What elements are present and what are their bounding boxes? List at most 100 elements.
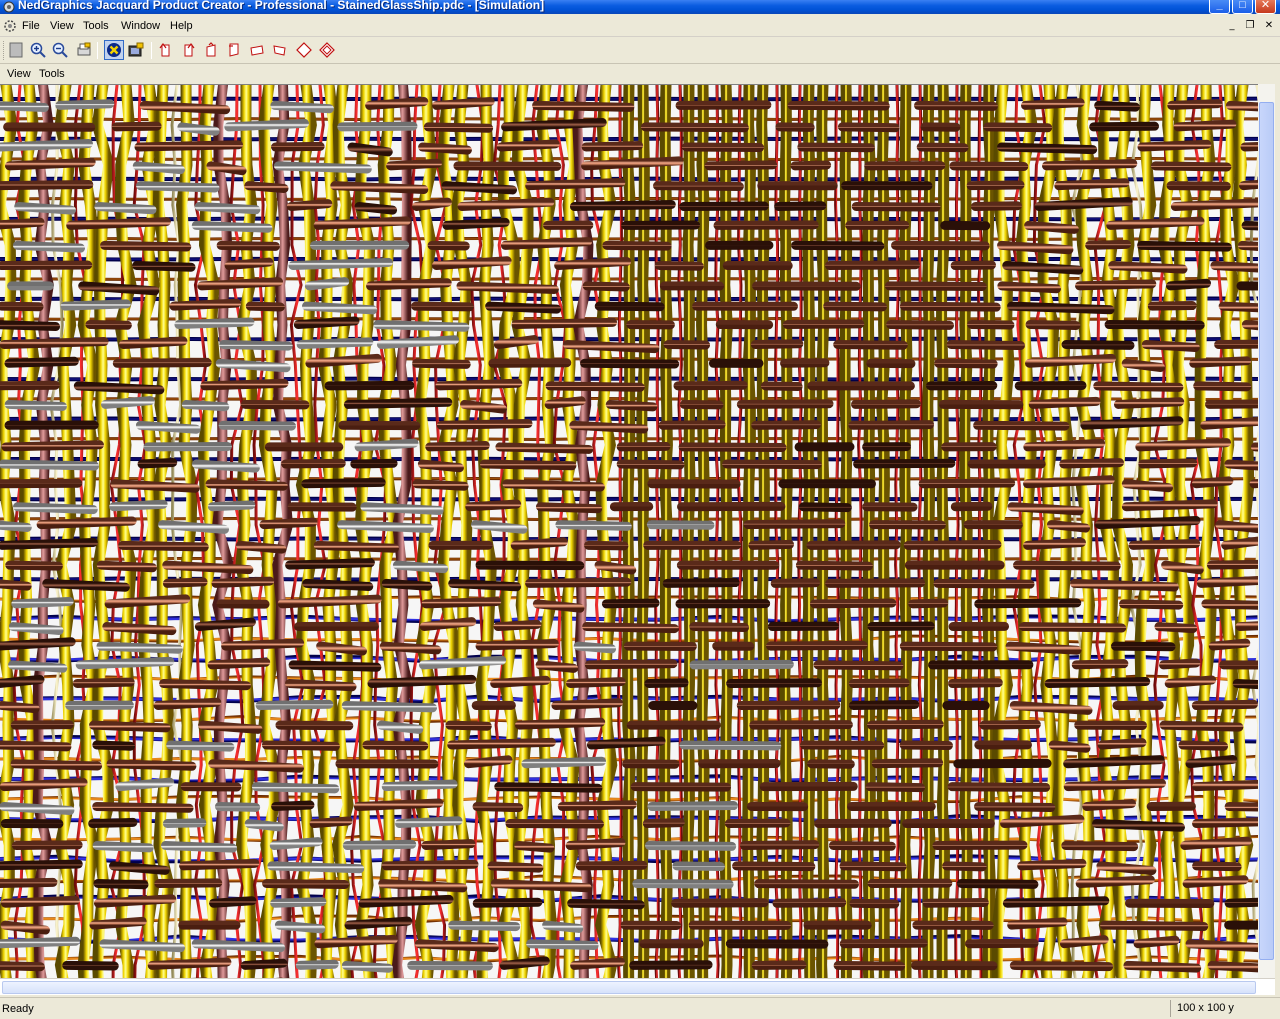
- brown-weft-float: [88, 817, 138, 829]
- salmon-weft-float: [1173, 119, 1237, 132]
- bend-right-button[interactable]: [270, 40, 290, 60]
- woven-fabric-render: [0, 85, 1258, 978]
- salmon-weft-float: [378, 879, 468, 893]
- salmon-weft-float: [493, 619, 542, 632]
- window-title: NedGraphics Jacquard Product Creator - P…: [18, 0, 545, 12]
- salmon-weft-float: [722, 459, 822, 470]
- submenu-tools[interactable]: Tools: [39, 68, 65, 81]
- simulation-mode-button[interactable]: [104, 40, 124, 60]
- submenu-view[interactable]: View: [7, 68, 31, 81]
- white-weft-float: [214, 801, 261, 812]
- brown-weft-float: [485, 301, 562, 314]
- salmon-weft-float: [510, 537, 568, 550]
- print-setup-button[interactable]: [74, 40, 94, 60]
- vertical-scroll-thumb[interactable]: [1259, 102, 1274, 960]
- tilt-up-icon: [206, 42, 216, 57]
- white-weft-float: [646, 520, 715, 530]
- app-icon[interactable]: [3, 1, 15, 13]
- salmon-weft-float: [839, 861, 907, 872]
- salmon-weft-float: [1192, 861, 1242, 872]
- new-sheet-button[interactable]: [6, 40, 26, 60]
- salmon-weft-float: [1133, 935, 1180, 949]
- yellow-warp-yarn: [922, 85, 936, 978]
- maximize-button[interactable]: □: [1232, 0, 1253, 14]
- salmon-weft-float: [235, 540, 287, 554]
- salmon-weft-float: [1007, 917, 1068, 930]
- salmon-weft-float: [1214, 339, 1258, 350]
- salmon-weft-float: [1164, 675, 1217, 688]
- menu-file[interactable]: File: [22, 19, 40, 33]
- salmon-weft-float: [1215, 520, 1258, 534]
- white-weft-float: [0, 101, 49, 113]
- vertical-scrollbar[interactable]: [1258, 84, 1275, 978]
- salmon-weft-float: [0, 337, 109, 350]
- zoom-in-button[interactable]: [28, 40, 48, 60]
- minimize-button[interactable]: _: [1209, 0, 1230, 14]
- render-settings-button[interactable]: [126, 40, 146, 60]
- horizontal-scrollbar[interactable]: [0, 978, 1275, 995]
- salmon-weft-float: [119, 336, 188, 350]
- menu-view[interactable]: View: [50, 19, 74, 33]
- salmon-weft-float: [96, 560, 158, 573]
- salmon-weft-float: [1154, 622, 1198, 634]
- rotate-right-button[interactable]: [178, 40, 198, 60]
- view-front-button[interactable]: [294, 40, 314, 60]
- mdi-restore-button[interactable]: ❐: [1242, 20, 1258, 33]
- white-weft-float: [273, 161, 372, 174]
- salmon-weft-float: [790, 160, 832, 171]
- new-sheet-icon: [9, 42, 23, 58]
- salmon-weft-float: [736, 399, 834, 409]
- salmon-weft-float: [1093, 381, 1184, 392]
- tilt-down-button[interactable]: [224, 40, 244, 60]
- salmon-weft-float: [436, 418, 533, 430]
- salmon-weft-float: [867, 719, 944, 730]
- salmon-weft-float: [1151, 161, 1232, 172]
- mdi-close-button[interactable]: ✕: [1261, 20, 1277, 33]
- salmon-weft-float: [417, 459, 464, 473]
- salmon-weft-float: [1100, 920, 1209, 931]
- salmon-weft-float: [208, 759, 304, 773]
- white-weft-float: [158, 520, 230, 534]
- salmon-weft-float: [616, 459, 685, 470]
- close-button[interactable]: ✕: [1255, 0, 1276, 14]
- brown-weft-float: [601, 598, 660, 609]
- title-bar: NedGraphics Jacquard Product Creator - P…: [0, 0, 1280, 14]
- white-weft-float: [376, 720, 424, 734]
- brown-weft-float: [441, 181, 518, 195]
- salmon-weft-float: [4, 157, 96, 171]
- white-weft-float: [395, 816, 463, 829]
- salmon-weft-float: [1054, 178, 1130, 191]
- mdi-minimize-button[interactable]: _: [1224, 20, 1240, 33]
- salmon-weft-float: [1182, 875, 1249, 889]
- salmon-weft-float: [602, 240, 672, 251]
- tilt-up-button[interactable]: [201, 40, 221, 60]
- brown-weft-float: [4, 356, 79, 368]
- white-weft-float: [392, 560, 449, 574]
- zoom-out-button[interactable]: [50, 40, 70, 60]
- salmon-weft-float: [0, 895, 80, 908]
- document-icon[interactable]: [2, 18, 18, 34]
- salmon-weft-float: [689, 622, 750, 632]
- salmon-weft-float: [366, 278, 452, 291]
- salmon-weft-float: [1237, 240, 1258, 251]
- horizontal-scroll-thumb[interactable]: [2, 981, 1256, 994]
- salmon-weft-float: [475, 639, 559, 651]
- salmon-weft-float: [1024, 220, 1079, 234]
- salmon-weft-float: [997, 281, 1062, 294]
- view-reset-button[interactable]: [317, 40, 337, 60]
- salmon-weft-float: [772, 898, 847, 908]
- salmon-weft-float: [532, 599, 585, 613]
- salmon-weft-float: [277, 594, 382, 609]
- brown-weft-float: [344, 916, 413, 930]
- rotate-left-button[interactable]: [156, 40, 176, 60]
- salmon-weft-float: [381, 859, 479, 871]
- menu-window[interactable]: Window: [121, 19, 160, 33]
- bend-left-button[interactable]: [247, 40, 267, 60]
- menu-tools[interactable]: Tools: [83, 19, 109, 33]
- fabric-simulation-view[interactable]: [0, 84, 1258, 978]
- salmon-weft-float: [1000, 814, 1085, 829]
- brown-weft-float: [1232, 678, 1258, 690]
- salmon-weft-float: [314, 934, 398, 949]
- salmon-weft-float: [630, 782, 731, 792]
- menu-help[interactable]: Help: [170, 19, 193, 33]
